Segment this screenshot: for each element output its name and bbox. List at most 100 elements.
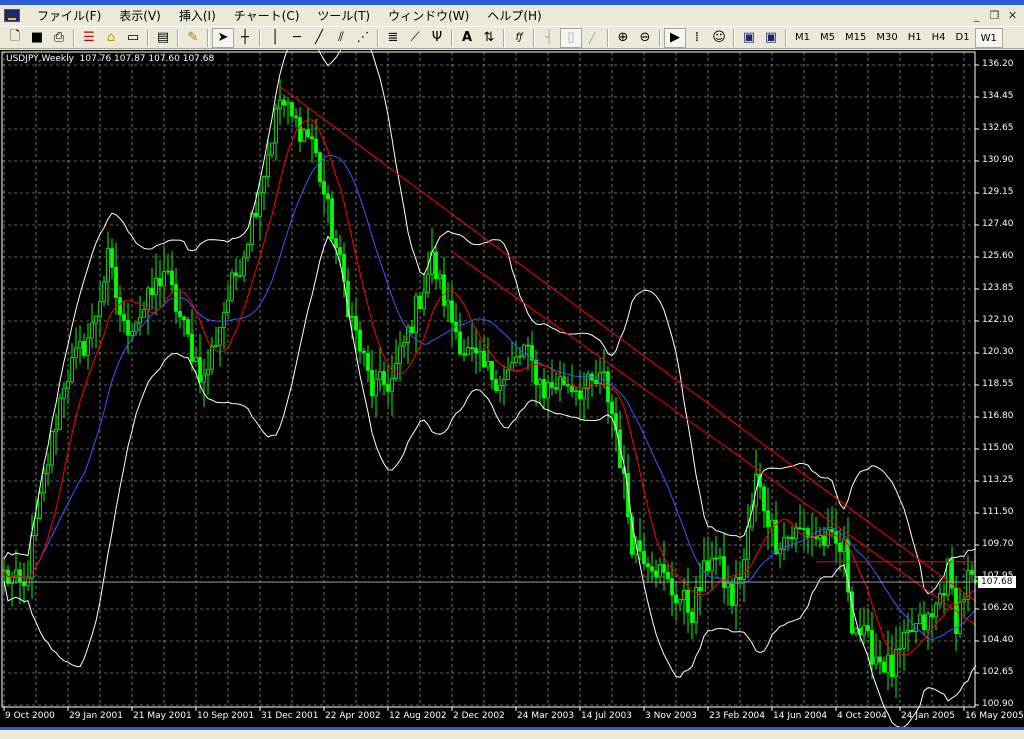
candle-body	[926, 613, 930, 631]
candle-body	[450, 300, 454, 323]
date-axis-label: 4 Oct 2004	[837, 711, 887, 721]
candle-body	[422, 291, 426, 310]
properties-icon[interactable]: ▤	[152, 28, 174, 48]
candle-body	[302, 129, 306, 142]
candle-body	[82, 341, 86, 356]
date-axis-label: 24 Jan 2005	[901, 711, 955, 721]
candle-body	[930, 613, 934, 618]
candlestick-icon[interactable]: ▯	[560, 27, 582, 48]
candle-body	[314, 138, 318, 154]
close-button[interactable]: ✕	[1005, 9, 1020, 23]
timeframe-m15-button[interactable]: M15	[840, 28, 871, 48]
menu-chart[interactable]: チャート(C)	[225, 7, 309, 24]
candle-body	[42, 472, 46, 494]
candle-body	[326, 193, 330, 200]
candle-body	[650, 566, 654, 572]
fibonacci-icon[interactable]: ≣	[382, 28, 404, 48]
metaeditor-icon[interactable]: ✎	[182, 28, 204, 48]
save-icon[interactable]: ■	[26, 28, 48, 48]
menu-tools[interactable]: ツール(T)	[308, 7, 379, 24]
candle-body	[502, 379, 506, 386]
fibo-fan-icon[interactable]: ⟋	[404, 28, 426, 48]
menu-file[interactable]: ファイル(F)	[28, 7, 110, 24]
candle-body	[246, 244, 250, 258]
chart-template-icon[interactable]: ▣	[760, 28, 782, 48]
channel-icon[interactable]: ⫽	[330, 28, 352, 48]
candle-body	[414, 295, 418, 334]
candle-body	[646, 563, 650, 568]
bar-chart-icon[interactable]: ┤	[538, 28, 560, 48]
navigator-icon[interactable]: ⌂	[100, 28, 122, 48]
trendline-icon[interactable]: ╱	[308, 28, 330, 48]
restore-button[interactable]: ❐	[987, 9, 1002, 23]
line-chart-icon[interactable]: 〳	[582, 28, 604, 48]
candle-body	[538, 379, 542, 385]
menu-insert[interactable]: 挿入(I)	[170, 7, 225, 24]
arrows-icon[interactable]: ⇅	[478, 28, 500, 48]
candle-body	[642, 550, 646, 565]
candle-body	[566, 384, 570, 387]
candle-body	[354, 316, 358, 331]
menu-help[interactable]: ヘルプ(H)	[478, 7, 550, 24]
price-axis-label: 120.30	[982, 347, 1014, 357]
market-watch-icon[interactable]: ☰	[78, 28, 100, 48]
candle-body	[390, 378, 394, 392]
candle-body	[306, 129, 310, 138]
zoom-out-icon[interactable]: ⊖	[634, 28, 656, 48]
date-axis-label: 31 Dec 2001	[261, 711, 319, 721]
timeframe-h4-button[interactable]: H4	[927, 28, 951, 48]
timeframe-m30-button[interactable]: M30	[871, 28, 902, 48]
crosshair-icon[interactable]: ┼	[234, 28, 256, 48]
candle-body	[262, 176, 266, 193]
vertical-line-icon[interactable]: │	[264, 28, 286, 48]
zoom-in-icon[interactable]: ⊕	[612, 28, 634, 48]
print-icon[interactable]: ⎙	[48, 28, 70, 48]
gann-fan-icon[interactable]: ⋰	[352, 28, 374, 48]
new-chart-icon[interactable]: 🗋	[4, 28, 26, 48]
minimize-button[interactable]: _	[969, 9, 984, 23]
chart-shift-icon[interactable]: ⁞	[686, 28, 708, 48]
candle-body	[890, 654, 894, 677]
candle-body	[554, 387, 558, 390]
timeframe-h1-button[interactable]: H1	[903, 28, 927, 48]
candle-body	[86, 337, 90, 356]
price-axis-label: 129.15	[982, 187, 1014, 197]
candle-body	[710, 557, 714, 572]
price-axis-label: 132.65	[982, 123, 1014, 133]
candle-body	[834, 531, 838, 544]
candle-body	[322, 181, 326, 195]
candle-body	[462, 353, 466, 356]
candle-body	[22, 581, 26, 587]
cursor-icon[interactable]: ➤	[212, 27, 234, 48]
indicators-icon[interactable]: fƒ	[508, 28, 530, 48]
candle-body	[486, 360, 490, 368]
candle-body	[298, 117, 302, 142]
menu-view[interactable]: 表示(V)	[110, 7, 170, 24]
date-axis-label: 10 Sep 2001	[197, 711, 255, 721]
pitchfork-icon[interactable]: Ψ	[426, 28, 448, 48]
chart-canvas[interactable]	[0, 50, 1024, 727]
timeframe-m1-button[interactable]: M1	[790, 28, 815, 48]
price-chart[interactable]: USDJPY,Weekly 107.76 107.87 107.60 107.6…	[0, 50, 1024, 727]
candle-body	[666, 571, 670, 580]
candle-body	[318, 152, 322, 183]
autoscroll-icon[interactable]: ▶	[664, 27, 686, 48]
terminal-icon[interactable]: ▭	[122, 28, 144, 48]
candle-body	[154, 278, 158, 296]
moving-average-fast-line	[3, 119, 977, 656]
text-tool-icon[interactable]: A	[456, 28, 478, 48]
expert-advisors-icon[interactable]: ☺	[708, 28, 730, 48]
timeframe-w1-button[interactable]: W1	[974, 27, 1003, 48]
toolbar-separator	[533, 28, 535, 47]
timeframe-m5-button[interactable]: M5	[815, 28, 840, 48]
candle-body	[970, 570, 974, 575]
candle-body	[286, 102, 290, 106]
menu-window[interactable]: ウィンドウ(W)	[379, 7, 478, 24]
chart-window-icon[interactable]: ▣	[738, 28, 760, 48]
candle-body	[802, 528, 806, 530]
timeframe-d1-button[interactable]: D1	[951, 28, 975, 48]
toolbar-separator	[659, 28, 661, 47]
candle-body	[534, 359, 538, 385]
horizontal-line-icon[interactable]: ─	[286, 28, 308, 48]
app-icon[interactable]	[4, 9, 20, 22]
